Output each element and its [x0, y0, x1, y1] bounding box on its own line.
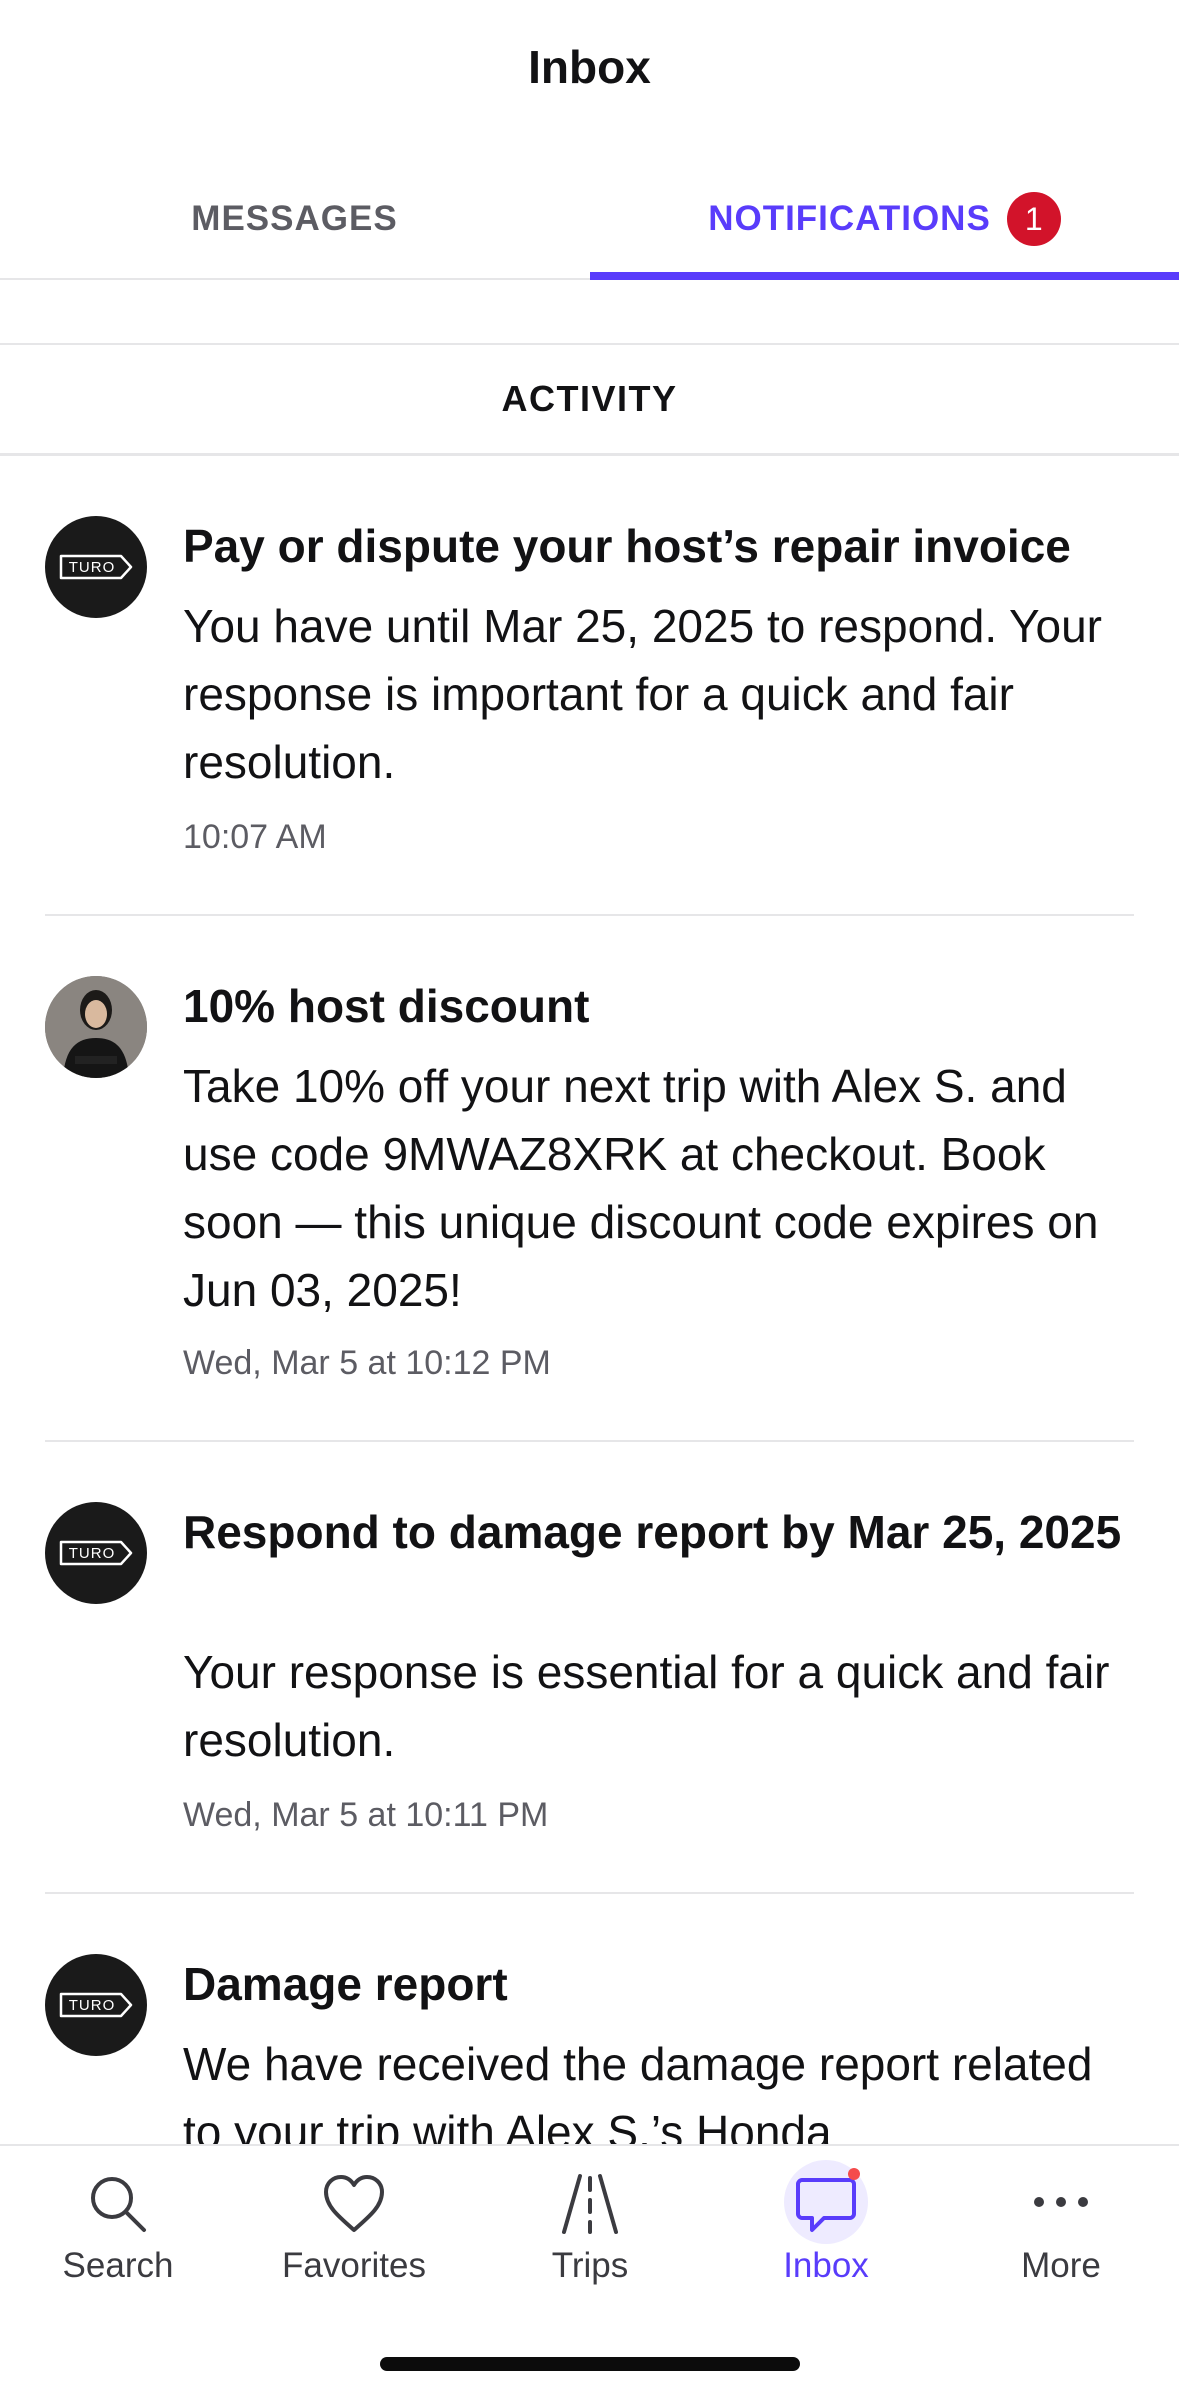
- host-photo-icon: [45, 976, 147, 1078]
- notification-timestamp: 10:07 AM: [183, 818, 327, 856]
- svg-text:TURO: TURO: [69, 1545, 116, 1562]
- nav-search[interactable]: Search: [0, 2146, 236, 2306]
- app-header: Inbox: [0, 0, 1179, 140]
- notification-timestamp: Wed, Mar 5 at 10:11 PM: [183, 1796, 549, 1834]
- notification-title: 10% host discount: [183, 980, 590, 1032]
- notification-body: We have received the damage report relat…: [183, 2038, 1093, 2144]
- nav-more[interactable]: More: [943, 2146, 1179, 2306]
- notifications-count-badge: 1: [1006, 192, 1061, 246]
- tab-notifications-label: NOTIFICATIONS: [708, 199, 991, 238]
- road-icon: [562, 2174, 618, 2234]
- nav-favorites[interactable]: Favorites: [236, 2146, 472, 2306]
- turo-logo-icon: TURO: [59, 1540, 133, 1566]
- notification-body: Take 10% off your next trip with Alex S.…: [183, 1060, 1099, 1316]
- nav-search-label: Search: [62, 2246, 174, 2285]
- heart-icon: [324, 2175, 384, 2232]
- nav-trips[interactable]: Trips: [472, 2146, 708, 2306]
- page-title: Inbox: [528, 41, 651, 93]
- nav-inbox-label: Inbox: [783, 2246, 869, 2285]
- notification-title: Damage report: [183, 1958, 508, 2010]
- tab-messages-label: MESSAGES: [191, 199, 398, 238]
- notification-body: Your response is essential for a quick a…: [183, 1646, 1110, 1766]
- notification-feed[interactable]: TURO Pay or dispute your host’s repair i…: [0, 456, 1179, 2144]
- turo-logo-icon: TURO: [59, 554, 133, 580]
- inbox-tabs: MESSAGES NOTIFICATIONS 1: [0, 160, 1179, 280]
- notification-timestamp: Wed, Mar 5 at 10:12 PM: [183, 1344, 551, 1382]
- svg-text:TURO: TURO: [69, 559, 116, 576]
- nav-favorites-label: Favorites: [282, 2246, 426, 2285]
- section-header-activity: ACTIVITY: [0, 345, 1179, 456]
- chat-bubble-icon: [796, 2168, 860, 2232]
- nav-trips-label: Trips: [551, 2246, 629, 2285]
- notification-title: Respond to damage report by Mar 25, 2025: [183, 1506, 1122, 1558]
- tab-messages[interactable]: MESSAGES: [0, 160, 589, 278]
- section-spacer: [0, 278, 1179, 345]
- tab-notifications[interactable]: NOTIFICATIONS 1: [590, 160, 1179, 278]
- notification-item[interactable]: TURO Damage report We have received the …: [45, 1894, 1134, 2144]
- svg-text:TURO: TURO: [69, 1997, 116, 2014]
- search-icon: [91, 2177, 146, 2232]
- section-title: ACTIVITY: [501, 378, 678, 419]
- notification-item[interactable]: 10% host discount Take 10% off your next…: [45, 916, 1134, 1442]
- more-dots-icon: [1034, 2197, 1088, 2207]
- turo-logo-avatar: TURO: [45, 1954, 147, 2056]
- notification-item[interactable]: TURO Pay or dispute your host’s repair i…: [45, 456, 1134, 916]
- nav-more-label: More: [1021, 2246, 1101, 2285]
- notification-item[interactable]: TURO Respond to damage report by Mar 25,…: [45, 1442, 1134, 1894]
- turo-logo-avatar: TURO: [45, 1502, 147, 1604]
- turo-logo-avatar: TURO: [45, 516, 147, 618]
- nav-inbox[interactable]: Inbox: [708, 2146, 944, 2306]
- notification-body: You have until Mar 25, 2025 to respond. …: [183, 600, 1102, 788]
- notification-title: Pay or dispute your host’s repair invoic…: [183, 520, 1071, 572]
- turo-logo-icon: TURO: [59, 1992, 133, 2018]
- home-indicator[interactable]: [380, 2357, 800, 2371]
- host-avatar: [45, 976, 147, 1078]
